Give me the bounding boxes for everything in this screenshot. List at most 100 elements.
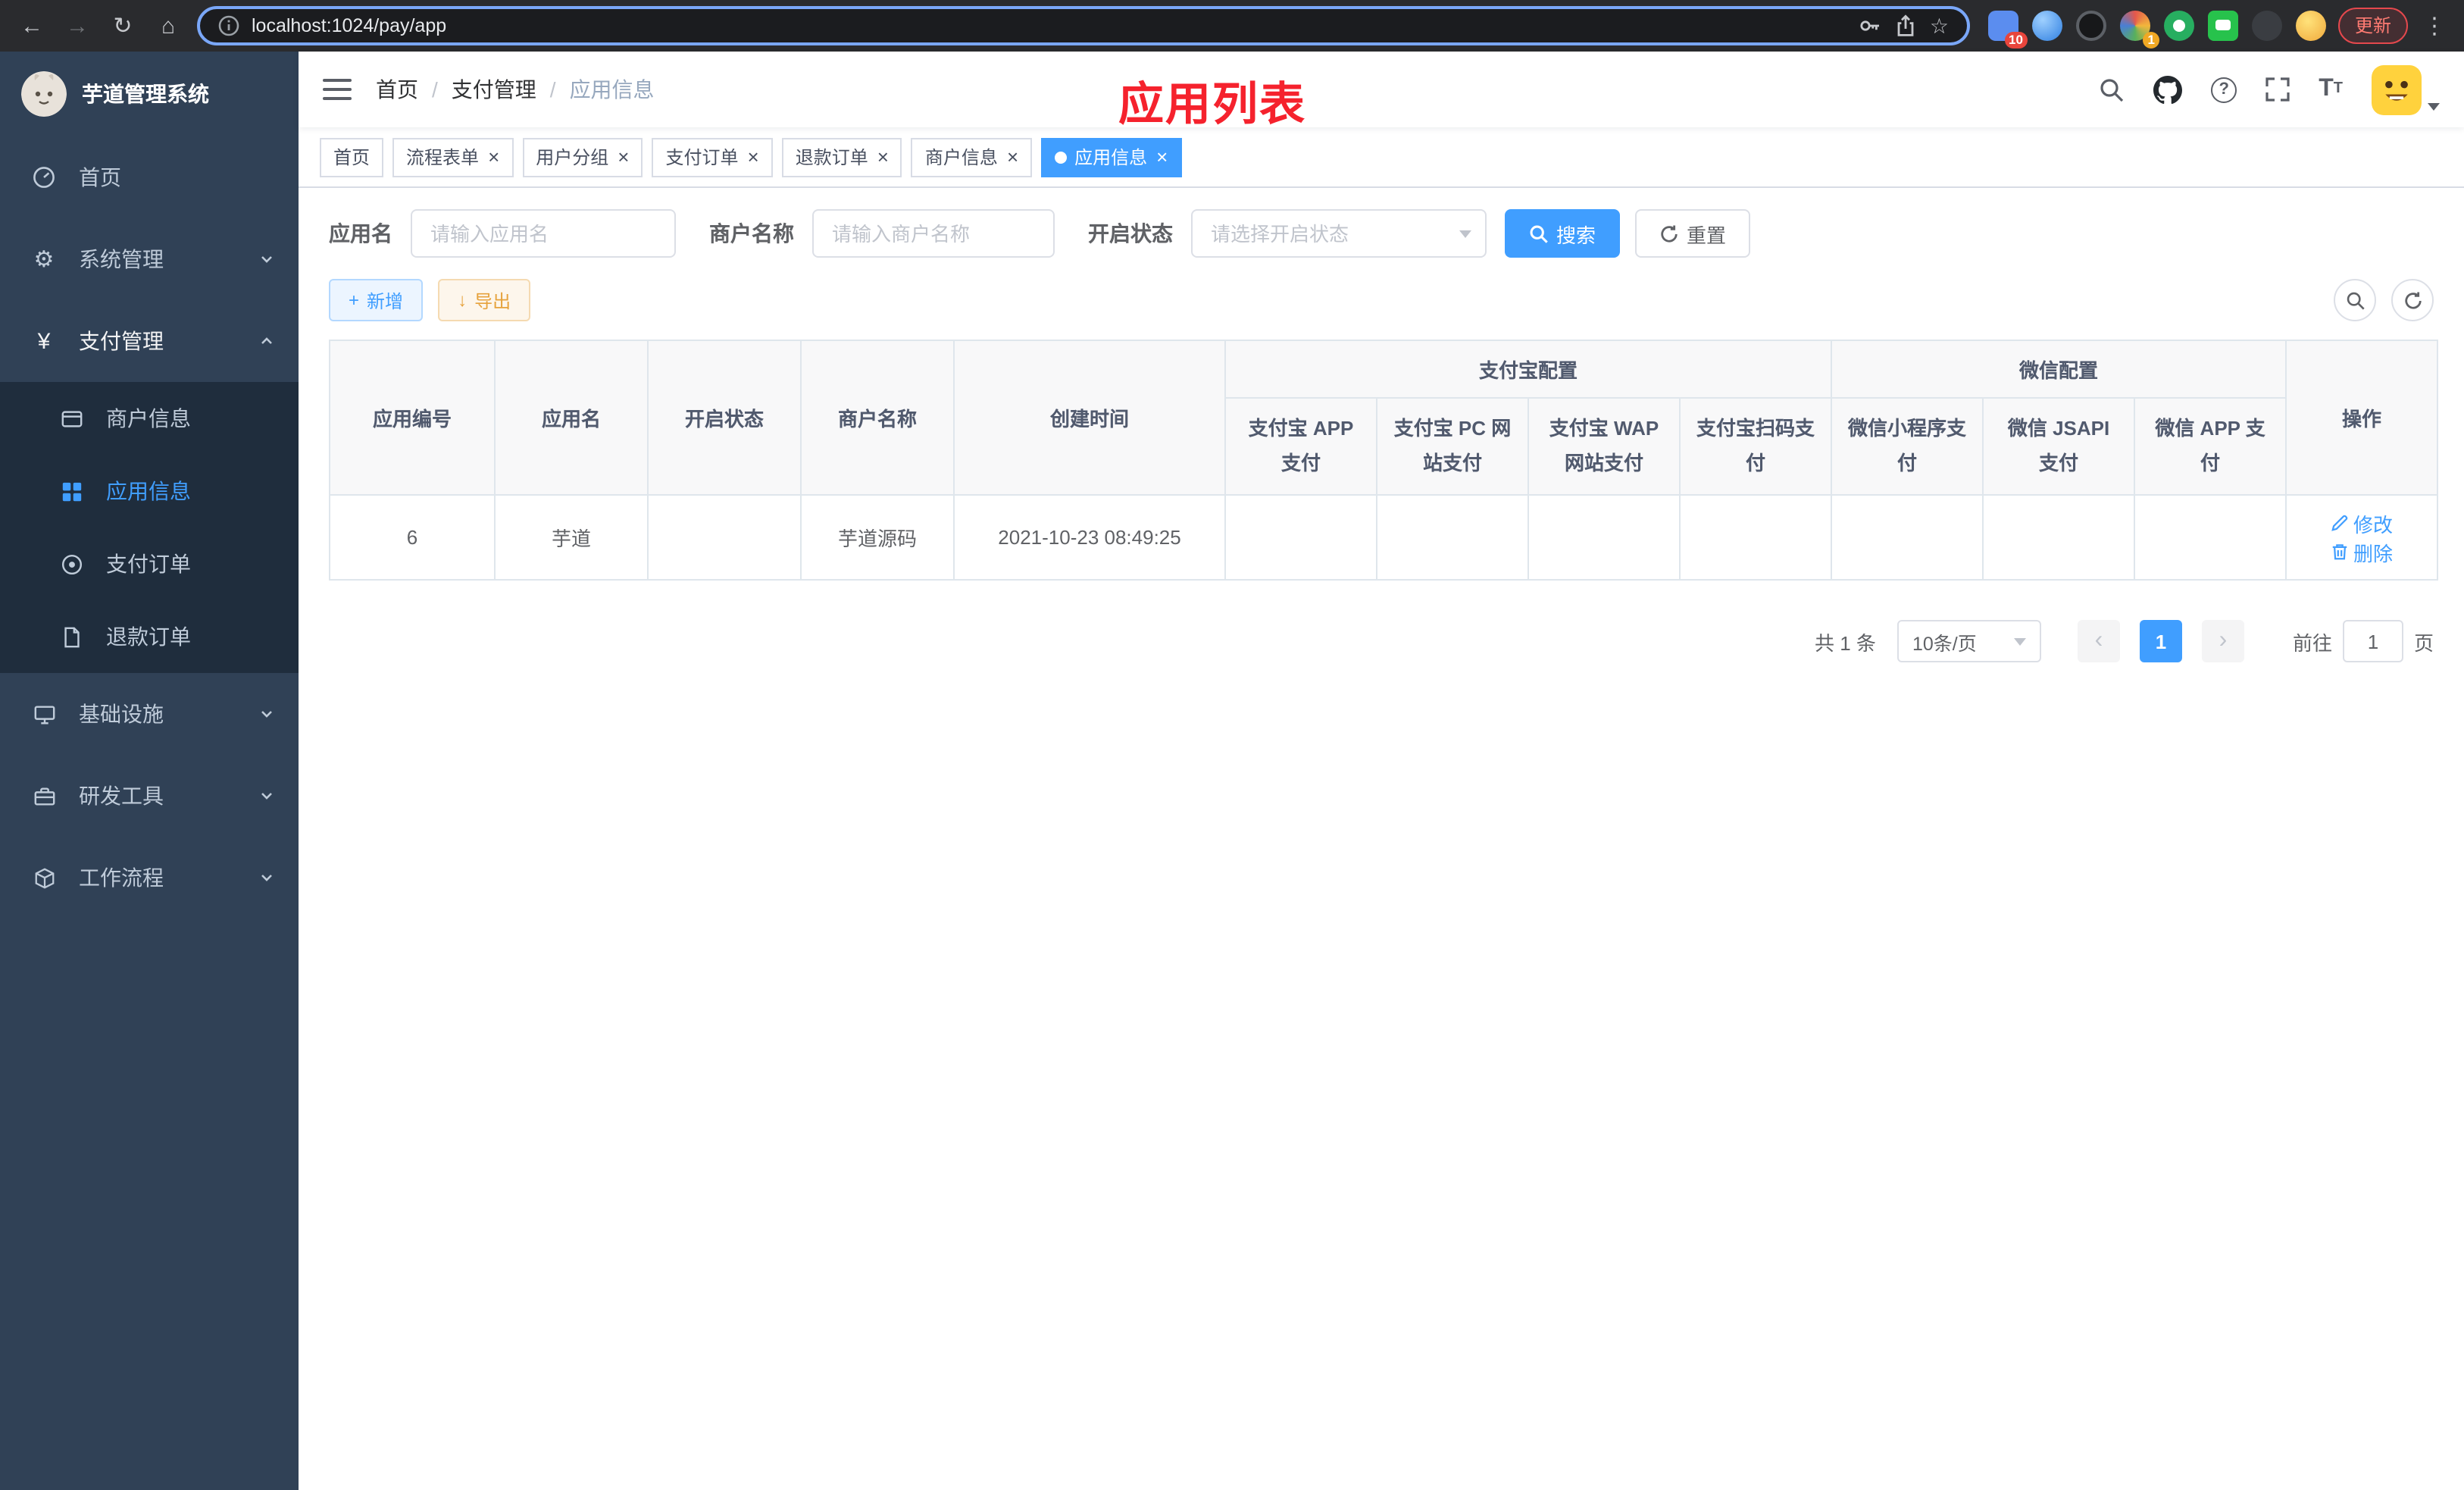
monitor-icon (30, 703, 58, 725)
merchant-name-input[interactable] (812, 209, 1055, 258)
col-header-merchant-name: 商户名称 (800, 340, 955, 496)
next-page-button[interactable]: › (2201, 620, 2244, 662)
font-size-large-glyph: T (2319, 76, 2334, 102)
breadcrumb-payment[interactable]: 支付管理 (452, 74, 536, 105)
sidebar-item-label: 系统管理 (79, 247, 164, 271)
sidebar-item-payment[interactable]: ¥ 支付管理 (0, 300, 299, 382)
col-header-wx-jsapi: 微信 JSAPI 支付 (1982, 397, 2136, 496)
search-button-label: 搜索 (1556, 224, 1596, 246)
back-icon[interactable]: ← (15, 9, 48, 42)
fullscreen-icon[interactable] (2265, 77, 2290, 102)
active-dot (1055, 151, 1068, 163)
credit-card-icon (58, 407, 85, 430)
extension-badge: 10 (2004, 32, 2028, 49)
delete-link[interactable]: 删除 (2331, 537, 2393, 566)
forward-icon[interactable]: → (61, 9, 94, 42)
toggle-search-button[interactable] (2334, 279, 2376, 321)
breadcrumb-current: 应用信息 (569, 77, 655, 102)
cube-icon (30, 866, 58, 889)
github-icon[interactable] (2153, 75, 2183, 104)
add-button-label: 新增 (367, 290, 404, 311)
tab-user-group[interactable]: 用户分组 × (522, 137, 643, 177)
chevron-down-icon (259, 706, 274, 722)
refresh-button[interactable] (2391, 279, 2434, 321)
tab-label: 支付订单 (665, 147, 739, 168)
site-info-icon[interactable] (218, 15, 239, 36)
search-button[interactable]: 搜索 (1505, 209, 1621, 258)
tab-merchant-info[interactable]: 商户信息 × (911, 137, 1033, 177)
bookmark-star-icon[interactable]: ☆ (1930, 13, 1949, 39)
prev-page-button[interactable]: ‹ (2077, 620, 2120, 662)
extension-icon-8[interactable] (2295, 11, 2326, 41)
breadcrumb-separator: / (549, 77, 556, 102)
close-icon[interactable]: × (1007, 147, 1018, 167)
browser-menu-icon[interactable]: ⋮ (2420, 12, 2449, 39)
sidebar-collapse-icon[interactable] (323, 79, 352, 100)
app-table: 应用编号 应用名 开启状态 商户名称 创建时间 支付宝配置 微信配置 操作 支付… (329, 340, 2439, 581)
share-icon[interactable] (1895, 14, 1918, 38)
export-button[interactable]: ↓ 导出 (438, 279, 531, 321)
page-content: 应用名 商户名称 开启状态 (299, 188, 2464, 662)
tab-process-form[interactable]: 流程表单 × (392, 137, 514, 177)
extension-icon-3[interactable] (2075, 11, 2106, 41)
sidebar-item-system[interactable]: ⚙ 系统管理 (0, 218, 299, 300)
chrome-update-button[interactable]: 更新 (2337, 8, 2408, 44)
sidebar-item-refund-order[interactable]: 退款订单 (0, 600, 299, 673)
extension-icon-6[interactable] (2207, 11, 2238, 41)
pagination: 共 1 条 10条/页 ‹ 1 › 前往 页 (329, 620, 2434, 662)
extension-icon-7[interactable] (2251, 11, 2282, 41)
download-icon: ↓ (458, 290, 467, 311)
extension-icon-1[interactable]: 10 (1987, 11, 2028, 49)
sidebar-item-infrastructure[interactable]: 基础设施 (0, 673, 299, 755)
col-header-alipay-app: 支付宝 APP 支付 (1224, 397, 1377, 496)
tab-pay-order[interactable]: 支付订单 × (652, 137, 773, 177)
current-page-button[interactable]: 1 (2139, 620, 2182, 662)
help-icon[interactable]: ? (2211, 77, 2237, 102)
reset-button[interactable]: 重置 (1635, 209, 1751, 258)
password-key-icon[interactable] (1859, 14, 1883, 38)
extension-icon-2[interactable] (2031, 11, 2062, 41)
home-icon[interactable]: ⌂ (152, 9, 185, 42)
payment-submenu: 商户信息 应用信息 支付订单 退款订单 (0, 382, 299, 673)
search-icon[interactable] (2099, 77, 2125, 102)
close-icon[interactable]: × (488, 147, 499, 167)
breadcrumb-home[interactable]: 首页 (376, 74, 418, 105)
user-avatar-dropdown[interactable] (2372, 64, 2440, 114)
address-bar[interactable]: localhost:1024/pay/app ☆ (197, 6, 1970, 45)
edit-link[interactable]: 修改 (2331, 509, 2393, 537)
extension-icon-4[interactable]: 1 (2119, 11, 2159, 49)
grid-icon (58, 480, 85, 502)
tab-label: 流程表单 (406, 147, 480, 168)
close-icon[interactable]: × (877, 147, 889, 167)
navbar-actions: ? TT (2099, 64, 2440, 114)
open-status-select-input[interactable] (1191, 209, 1487, 258)
sidebar-item-pay-order[interactable]: 支付订单 (0, 527, 299, 600)
page-size-select[interactable]: 10条/页 (1896, 620, 2041, 662)
sidebar-item-label: 商户信息 (106, 406, 191, 430)
add-button[interactable]: + 新增 (329, 279, 424, 321)
avatar[interactable] (2372, 64, 2422, 114)
tab-refund-order[interactable]: 退款订单 × (781, 137, 902, 177)
close-icon[interactable]: × (618, 147, 629, 167)
col-header-actions: 操作 (2285, 340, 2439, 496)
sidebar-item-home[interactable]: 首页 (0, 136, 299, 218)
goto-page: 前往 页 (2293, 620, 2434, 662)
tab-app-info[interactable]: 应用信息 × (1041, 137, 1182, 177)
open-status-select[interactable] (1191, 209, 1487, 258)
sidebar-item-workflow[interactable]: 工作流程 (0, 837, 299, 919)
goto-page-input[interactable] (2342, 620, 2403, 662)
app-name-input[interactable] (411, 209, 676, 258)
tab-home[interactable]: 首页 (320, 137, 384, 177)
extension-icon-5[interactable] (2163, 11, 2194, 41)
reload-icon[interactable]: ↻ (106, 9, 139, 42)
url-text[interactable]: localhost:1024/pay/app (252, 15, 1846, 36)
sidebar-item-merchant-info[interactable]: 商户信息 (0, 382, 299, 455)
sidebar-item-app-info[interactable]: 应用信息 (0, 455, 299, 527)
col-header-create-time: 创建时间 (953, 340, 1226, 496)
col-header-alipay-qr: 支付宝扫码支付 (1678, 397, 1833, 496)
close-icon[interactable]: × (1156, 147, 1168, 167)
breadcrumb-separator: / (432, 77, 438, 102)
close-icon[interactable]: × (748, 147, 759, 167)
sidebar-item-dev-tools[interactable]: 研发工具 (0, 755, 299, 837)
font-size-icon[interactable]: TT (2319, 77, 2343, 102)
